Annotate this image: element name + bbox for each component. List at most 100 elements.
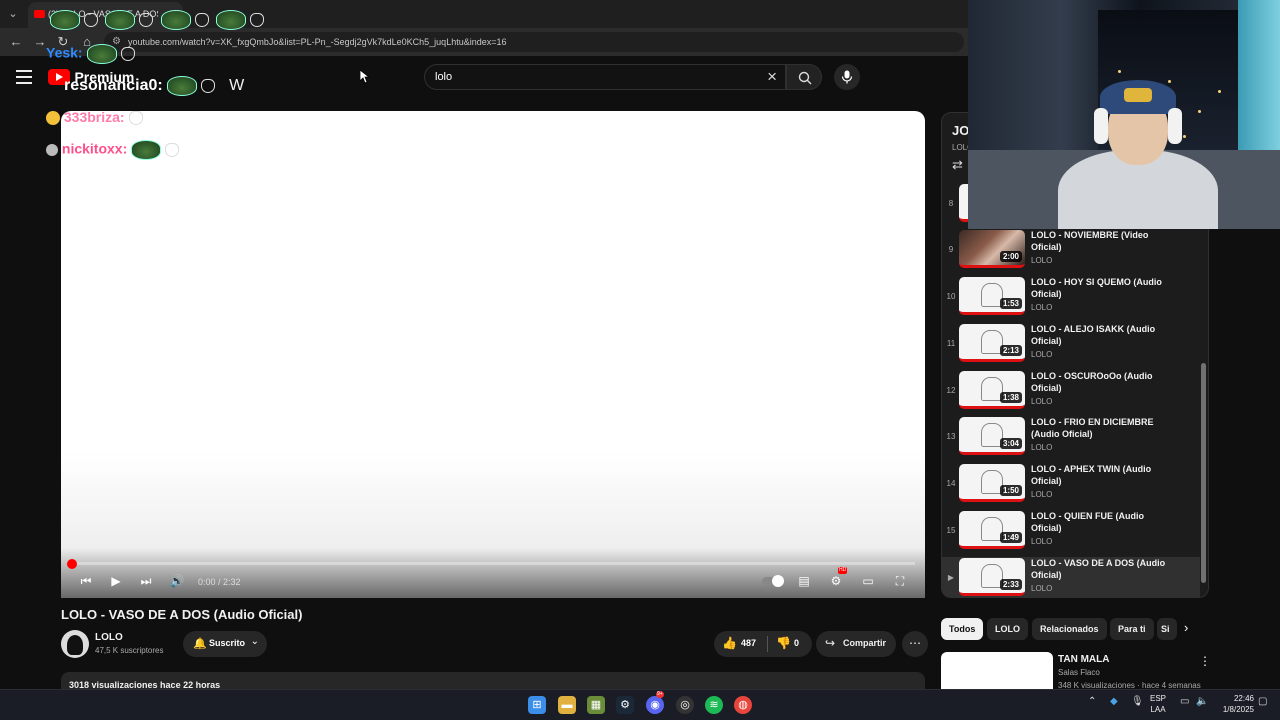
playlist-item[interactable]: 10 1:53 LOLO - HOY SI QUEMO (Audio Oficial… xyxy=(942,276,1200,322)
more-vertical-icon[interactable]: ⋮ xyxy=(1199,654,1211,668)
url-field[interactable]: ⚙ youtube.com/watch?v=XK_fxgQmbJo&list=P… xyxy=(104,32,964,52)
playlist-item-title[interactable]: LOLO - OSCUROoOo (Audio Oficial) xyxy=(1031,370,1171,394)
tray-chevron-icon[interactable]: ⌃ xyxy=(1088,696,1096,707)
playlist-item-thumbnail[interactable]: 3:04 xyxy=(959,417,1025,455)
playlist-item-channel: LOLO xyxy=(1031,443,1053,452)
chip-para-ti[interactable]: Para ti xyxy=(1110,618,1154,640)
notification-icon[interactable]: ▢ xyxy=(1258,696,1267,707)
spotify-icon[interactable]: ≋ xyxy=(705,696,723,714)
playlist-item-index: 8 xyxy=(948,199,954,208)
playlist-item[interactable]: 11 2:13 LOLO - ALEJO ISAKK (Audio Oficial)… xyxy=(942,323,1200,369)
playlist-item[interactable]: ▶ 2:33 LOLO - VASO DE A DOS (Audio Oficial… xyxy=(942,557,1200,597)
next-icon[interactable]: ⏭ xyxy=(137,573,155,589)
playlist-item[interactable]: 13 3:04 LOLO - FRIO EN DICIEMBRE (Audio Of… xyxy=(942,416,1200,462)
clock[interactable]: 22:46 1/8/2025 xyxy=(1210,693,1254,715)
playlist-item-thumbnail[interactable]: 2:00 xyxy=(959,230,1025,268)
duration-badge: 3:04 xyxy=(999,438,1022,449)
chrome-icon[interactable]: ◍ xyxy=(734,696,752,714)
playlist-item-title[interactable]: LOLO - APHEX TWIN (Audio Oficial) xyxy=(1031,463,1171,487)
recommendation-thumbnail[interactable] xyxy=(941,652,1053,692)
playlist-item-thumbnail[interactable]: 1:50 xyxy=(959,464,1025,502)
app-icon[interactable]: ◎ xyxy=(676,696,694,714)
share-button[interactable]: ↪ Compartir xyxy=(816,631,896,657)
chat-text: W xyxy=(229,77,245,95)
playlist-item-thumbnail[interactable]: 2:13 xyxy=(959,324,1025,362)
share-label: Compartir xyxy=(843,638,887,648)
chip-si[interactable]: Si xyxy=(1157,618,1177,640)
like-icon[interactable]: 👍 xyxy=(722,636,737,650)
playlist-item-title[interactable]: LOLO - FRIO EN DICIEMBRE (Audio Oficial) xyxy=(1031,416,1171,440)
progress-bar[interactable] xyxy=(71,562,915,565)
chip-relacionados[interactable]: Relacionados xyxy=(1032,618,1107,640)
discord-icon[interactable]: ◉ 9+ xyxy=(646,691,664,714)
playlist-item-title[interactable]: LOLO - HOY SI QUEMO (Audio Oficial) xyxy=(1031,276,1171,300)
channel-avatar[interactable] xyxy=(61,630,89,658)
playlist-item-title[interactable]: LOLO - VASO DE A DOS (Audio Oficial) xyxy=(1031,557,1171,581)
playlist-item-thumbnail[interactable]: 2:33 xyxy=(959,558,1025,596)
playlist-scrollbar[interactable] xyxy=(1201,363,1206,583)
playlist-item[interactable]: 12 1:38 LOLO - OSCUROoOo (Audio Oficial) LO… xyxy=(942,370,1200,416)
playlist-item-index: 12 xyxy=(946,386,956,395)
duration-badge: 1:38 xyxy=(999,392,1022,403)
subtitles-icon[interactable]: ▤ xyxy=(795,573,813,589)
subscribed-button[interactable]: 🔔 Suscrito ⌄ xyxy=(183,631,267,657)
playlist-item[interactable]: 9 2:00 LOLO - NOVIEMBRE (Video Oficial) LOL… xyxy=(942,229,1200,275)
duration-badge: 1:49 xyxy=(999,532,1022,543)
playlist-item-thumbnail[interactable]: 1:49 xyxy=(959,511,1025,549)
network-icon[interactable]: ▭ xyxy=(1180,696,1189,707)
tray-app-icon[interactable]: ◆ xyxy=(1110,696,1118,707)
dislike-icon[interactable]: 👎 xyxy=(776,636,791,650)
playlist-item-thumbnail[interactable]: 1:53 xyxy=(959,277,1025,315)
chat-user: resonancia0: xyxy=(64,77,163,95)
channel-name[interactable]: LOLO xyxy=(95,632,123,643)
steam-icon[interactable]: ⚙ xyxy=(616,696,634,714)
autoplay-toggle-icon[interactable] xyxy=(761,573,784,589)
playlist-item-title[interactable]: LOLO - NOVIEMBRE (Video Oficial) xyxy=(1031,229,1171,253)
playlist-item-index: 9 xyxy=(948,245,954,254)
video-player[interactable]: ⏮ ▶ ⏭ 🔊 0:00 / 2:32 ▤ ⚙ HD ▭ ⛶ xyxy=(61,111,925,598)
chevron-right-icon[interactable]: › xyxy=(1184,620,1188,635)
playlist-item[interactable]: 14 1:50 LOLO - APHEX TWIN (Audio Oficial) L… xyxy=(942,463,1200,509)
settings-gear-icon[interactable]: ⚙ HD xyxy=(827,567,848,589)
loop-icon[interactable]: ⇄ xyxy=(952,157,963,173)
scrubber-handle[interactable] xyxy=(67,559,77,569)
search-button[interactable] xyxy=(786,64,822,90)
screen: ⌄ (3) LOLO - VASO DE A DOS (Au × ← → ↻ ⌂… xyxy=(0,0,1280,720)
subscribed-label: Suscrito xyxy=(209,638,246,648)
hamburger-icon[interactable] xyxy=(16,70,32,84)
playlist-item-channel: LOLO xyxy=(1031,350,1053,359)
back-arrow-icon[interactable]: ← xyxy=(8,34,24,50)
search-input[interactable]: lolo × xyxy=(424,64,786,90)
playlist-item-thumbnail[interactable]: 1:38 xyxy=(959,371,1025,409)
chip-todos[interactable]: Todos xyxy=(941,618,984,640)
playlist-item-title[interactable]: LOLO - ALEJO ISAKK (Audio Oficial) xyxy=(1031,323,1171,347)
volume-icon[interactable]: 🔊 xyxy=(168,573,186,589)
file-explorer-icon[interactable]: ▬ xyxy=(558,696,576,714)
language-indicator[interactable]: ESP LAA xyxy=(1150,693,1166,715)
theater-mode-icon[interactable]: ▭ xyxy=(859,573,877,589)
voice-search-button[interactable] xyxy=(834,64,860,90)
minecraft-icon[interactable]: ▦ xyxy=(587,696,605,714)
clear-search-icon[interactable]: × xyxy=(767,67,777,87)
search-icon xyxy=(798,71,812,85)
emote-feet-icon xyxy=(120,47,135,61)
emote-feet-icon xyxy=(165,143,180,157)
recommendation-title[interactable]: TAN MALA xyxy=(1058,654,1109,665)
recommendation-channel[interactable]: Salas Flaco xyxy=(1058,668,1100,677)
headset xyxy=(1168,108,1182,144)
windows-start-icon[interactable]: ⊞ xyxy=(528,696,546,714)
play-icon[interactable]: ▶ xyxy=(107,573,125,589)
emote-icon xyxy=(131,140,162,160)
playlist-item-title[interactable]: LOLO - QUIEN FUE (Audio Oficial) xyxy=(1031,510,1171,534)
tab-list-chevron-icon[interactable]: ⌄ xyxy=(4,5,22,23)
clock-time: 22:46 xyxy=(1233,694,1254,703)
more-options-icon[interactable]: ⋯ xyxy=(902,631,928,657)
chip-lolo[interactable]: LOLO xyxy=(987,618,1028,640)
previous-icon[interactable]: ⏮ xyxy=(77,573,95,589)
playlist-item-index: 11 xyxy=(946,339,956,348)
fullscreen-icon[interactable]: ⛶ xyxy=(891,573,909,589)
playlist-item[interactable]: 15 1:49 LOLO - QUIEN FUE (Audio Oficial) LO… xyxy=(942,510,1200,556)
speaker-icon[interactable]: 🔈 xyxy=(1196,696,1208,707)
tray-mic-icon[interactable]: 🎙 xyxy=(1131,696,1144,707)
chat-message: nickitoxx: xyxy=(46,140,180,160)
